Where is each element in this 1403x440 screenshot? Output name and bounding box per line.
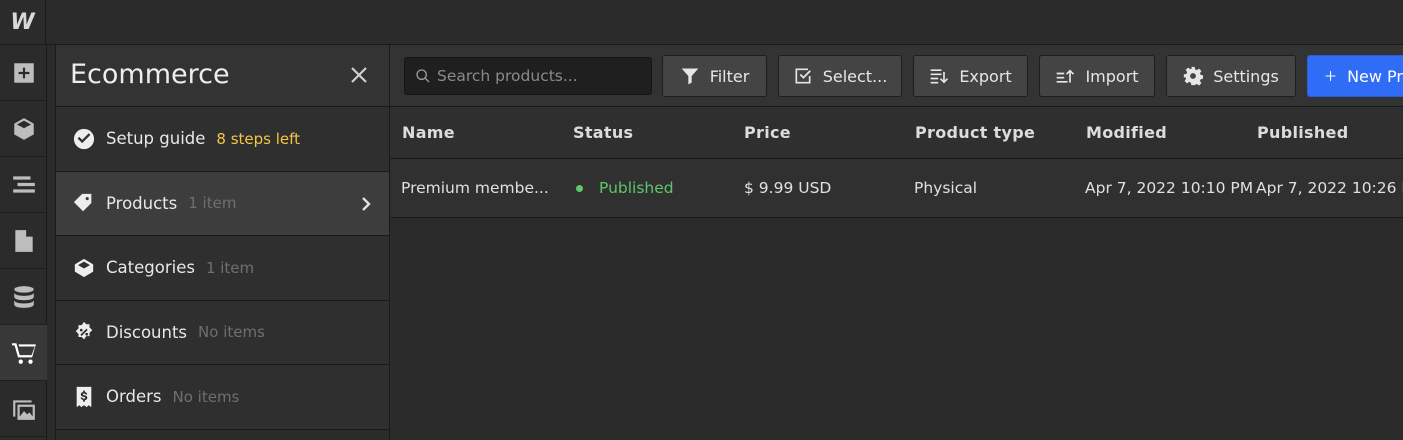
column-header-product-type[interactable]: Product type: [915, 123, 1035, 142]
cube-icon: [13, 117, 34, 140]
rail-components-button[interactable]: [0, 101, 47, 157]
panel-title: Ecommerce: [70, 59, 230, 90]
import-label: Import: [1085, 66, 1139, 86]
search-box[interactable]: [404, 57, 652, 95]
rail-ecommerce-button[interactable]: [0, 325, 47, 381]
panel-item-discounts[interactable]: Discounts No items: [56, 300, 389, 365]
import-icon: [1057, 69, 1075, 83]
rail-pages-button[interactable]: [0, 213, 47, 269]
rail-navigator-button[interactable]: [0, 157, 47, 213]
panel-item-meta: No items: [172, 387, 240, 406]
discount-badge-icon: [72, 320, 96, 344]
cell-published: Apr 7, 2022 10:26 P: [1256, 179, 1403, 197]
images-icon: [12, 399, 35, 420]
panel-close-button[interactable]: [347, 63, 371, 87]
panel-item-meta: 1 item: [205, 258, 255, 277]
filter-funnel-icon: [681, 68, 699, 85]
products-toolbar: Filter Select... Export Import Settings: [390, 45, 1403, 107]
cart-icon: [11, 342, 36, 364]
settings-button[interactable]: Settings: [1166, 55, 1296, 97]
column-header-price[interactable]: Price: [744, 123, 791, 142]
panel-item-meta: No items: [198, 323, 265, 342]
checkbox-icon: [795, 68, 811, 84]
export-label: Export: [959, 66, 1012, 86]
status-dot-icon: [576, 185, 583, 192]
search-icon: [416, 69, 430, 83]
panel-item-label: Categories: [106, 258, 195, 278]
import-button[interactable]: Import: [1039, 55, 1155, 97]
navigator-lines-icon: [12, 175, 35, 193]
export-button[interactable]: Export: [913, 55, 1028, 97]
panel-item-orders[interactable]: Orders No items: [56, 365, 389, 430]
column-header-status[interactable]: Status: [573, 123, 633, 142]
panel-item-meta: 8 steps left: [216, 129, 301, 148]
add-square-icon: [13, 62, 34, 83]
column-header-published[interactable]: Published: [1257, 123, 1348, 142]
gear-icon: [1184, 66, 1204, 86]
panel-item-label: Orders: [106, 387, 162, 407]
column-header-modified[interactable]: Modified: [1086, 123, 1167, 142]
table-row[interactable]: Premium membe... Published $ 9.99 USD Ph…: [390, 159, 1403, 218]
new-product-button[interactable]: New Pr: [1307, 55, 1403, 97]
page-icon: [14, 229, 33, 252]
cell-status: Published: [599, 179, 674, 197]
tag-icon: [72, 191, 96, 215]
rail-assets-button[interactable]: [0, 381, 47, 437]
check-circle-icon: [72, 127, 96, 151]
panel-item-setup-guide[interactable]: Setup guide 8 steps left: [56, 107, 389, 172]
panel-item-label: Products: [106, 193, 178, 213]
search-input[interactable]: [437, 67, 637, 85]
table-header-row: Name Status Price Product type Modified …: [390, 107, 1403, 159]
panel-item-label: Discounts: [106, 322, 188, 342]
filter-button[interactable]: Filter: [662, 55, 767, 97]
cell-modified: Apr 7, 2022 10:10 PM: [1085, 179, 1254, 197]
cell-name: Premium membe...: [401, 179, 549, 197]
close-icon: [351, 67, 367, 83]
box-icon: [72, 256, 96, 280]
filter-label: Filter: [709, 66, 750, 86]
column-header-name[interactable]: Name: [402, 123, 455, 142]
panel-header: Ecommerce: [56, 45, 389, 107]
chevron-right-icon: [359, 194, 373, 214]
app-window: W Ecommerce Setup guide 8 steps left Pro…: [0, 0, 1403, 440]
panel-item-categories[interactable]: Categories 1 item: [56, 236, 389, 301]
top-bar: W: [0, 0, 1403, 45]
webflow-logo[interactable]: W: [0, 0, 46, 45]
database-icon: [13, 285, 34, 308]
plus-icon: [1325, 71, 1336, 81]
panel-item-label: Setup guide: [106, 129, 206, 149]
rail-add-button[interactable]: [0, 45, 47, 101]
left-icon-rail: [0, 45, 47, 440]
select-label: Select...: [822, 66, 888, 86]
products-main: Filter Select... Export Import Settings: [390, 45, 1403, 440]
settings-label: Settings: [1213, 66, 1279, 86]
new-product-label: New Pr: [1347, 66, 1403, 86]
ecommerce-panel: Ecommerce Setup guide 8 steps left Produ…: [55, 45, 390, 440]
rail-cms-button[interactable]: [0, 269, 47, 325]
receipt-icon: [72, 385, 96, 409]
panel-item-meta: 1 item: [188, 194, 237, 213]
panel-item-products[interactable]: Products 1 item: [56, 171, 389, 236]
cell-product-type: Physical: [914, 179, 978, 197]
select-button[interactable]: Select...: [778, 55, 902, 97]
export-icon: [930, 69, 949, 84]
cell-price: $ 9.99 USD: [744, 179, 832, 197]
